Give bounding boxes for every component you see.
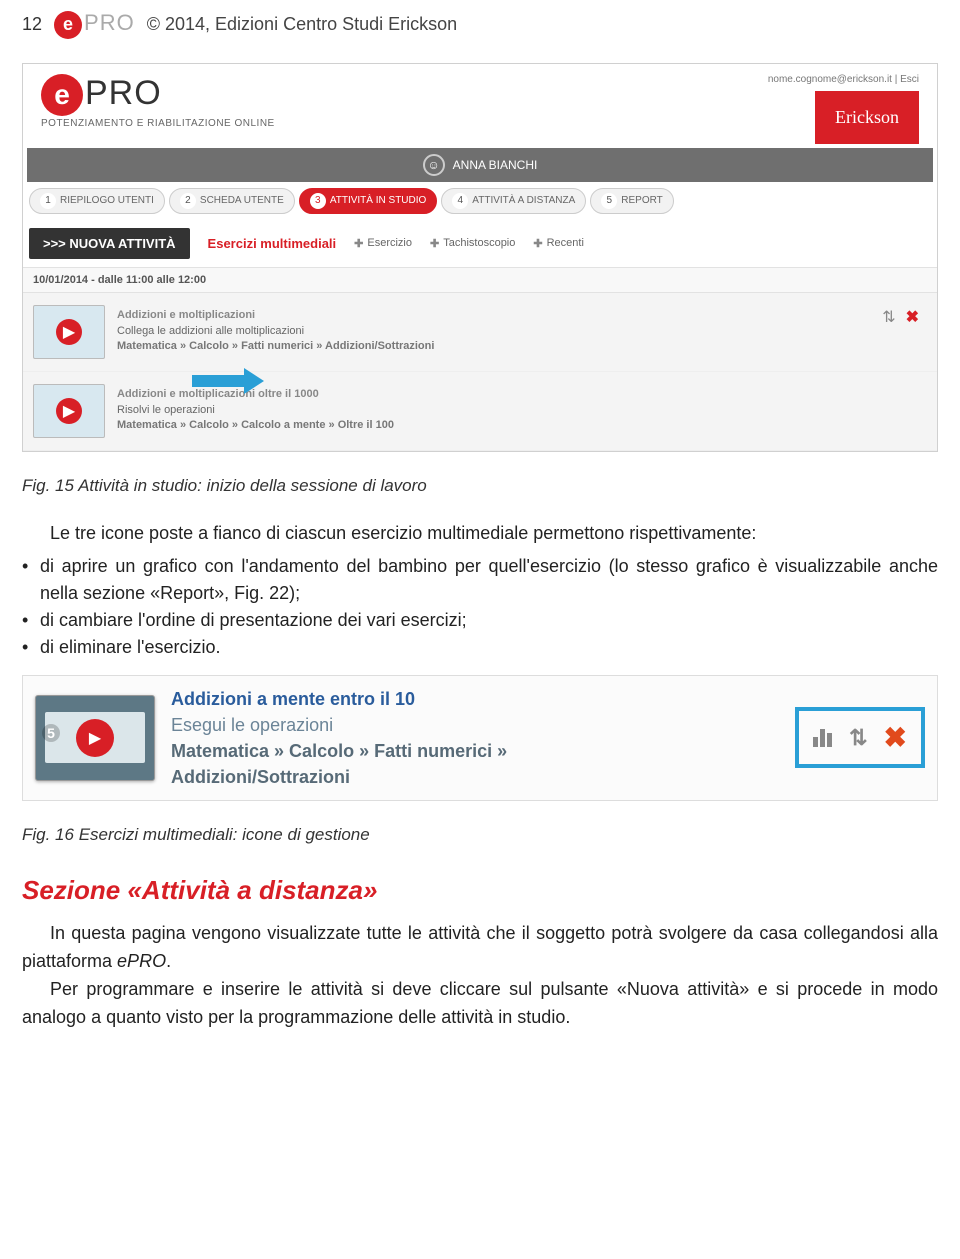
exercise-description: Risolvi le operazioni — [117, 403, 394, 418]
option-label: Tachistoscopio — [443, 237, 515, 249]
tab-label: ATTIVITÀ A DISTANZA — [472, 195, 575, 206]
bullet-item: di aprire un grafico con l'andamento del… — [22, 553, 938, 607]
workflow-tabs: 1 RIEPILOGO UTENTI 2 SCHEDA UTENTE 3 ATTIVI… — [23, 182, 937, 220]
logo-e-icon: e — [41, 74, 83, 116]
tab-number: 2 — [180, 193, 196, 209]
figure-16-caption: Fig. 16 Esercizi multimediali: icone di … — [22, 825, 938, 845]
tab-attivita-a-distanza[interactable]: 4 ATTIVITÀ A DISTANZA — [441, 188, 586, 214]
exercise-row-fig16: 5 ▶ Addizioni a mente entro il 10 Esegui… — [22, 675, 938, 801]
exercise-list-item[interactable]: ▶ Addizioni e moltiplicazioni Collega le… — [23, 293, 937, 372]
tab-label: SCHEDA UTENTE — [200, 195, 284, 206]
exercise-description: Collega le addizioni alle moltiplicazion… — [117, 324, 434, 339]
play-icon: ▶ — [76, 719, 114, 757]
thumbnail-number-badge: 5 — [42, 724, 60, 742]
reorder-icon[interactable]: ⇅ — [849, 725, 867, 751]
exercise-breadcrumb: Matematica » Calcolo » Calcolo a mente »… — [117, 418, 394, 433]
tab-riepilogo-utenti[interactable]: 1 RIEPILOGO UTENTI — [29, 188, 165, 214]
reorder-icon[interactable]: ⇅ — [882, 307, 895, 327]
plus-icon: ✚ — [354, 237, 363, 250]
section-paragraph-2: Per programmare e inserire le attività s… — [22, 976, 938, 1032]
plus-icon: ✚ — [533, 237, 542, 250]
document-header: 12 ePRO © 2014, Edizioni Centro Studi Er… — [22, 0, 938, 63]
logo-e-icon: e — [54, 11, 82, 39]
tab-label: REPORT — [621, 195, 663, 206]
session-date-header: 10/01/2014 - dalle 11:00 alle 12:00 — [23, 267, 937, 293]
page-number: 12 — [22, 14, 42, 35]
app-logo: ePRO POTENZIAMENTO E RIABILITAZIONE ONLI… — [41, 74, 275, 129]
section-heading: Sezione «Attività a distanza» — [22, 875, 938, 906]
figure-15-caption: Fig. 15 Attività in studio: inizio della… — [22, 476, 938, 496]
user-avatar-icon: ☺ — [423, 154, 445, 176]
tab-label: RIEPILOGO UTENTI — [60, 195, 154, 206]
user-email-line[interactable]: nome.cognome@erickson.it | Esci — [768, 74, 919, 85]
exercise-breadcrumb-line2: Addizioni/Sottrazioni — [171, 764, 507, 790]
exercise-description: Esegui le operazioni — [171, 712, 507, 738]
plus-icon: ✚ — [430, 237, 439, 250]
tab-attivita-in-studio[interactable]: 3 ATTIVITÀ IN STUDIO — [299, 188, 437, 214]
exercises-section-title: Esercizi multimediali — [208, 236, 337, 251]
annotation-arrow-icon — [192, 368, 272, 394]
exercise-breadcrumb-line1: Matematica » Calcolo » Fatti numerici » — [171, 738, 507, 764]
option-label: Recenti — [547, 237, 584, 249]
exercise-thumbnail: 5 ▶ — [35, 695, 155, 781]
section-paragraph-1: In questa pagina vengono visualizzate tu… — [22, 920, 938, 976]
tab-number: 5 — [601, 193, 617, 209]
add-tachistoscopio-button[interactable]: ✚ Tachistoscopio — [430, 237, 515, 250]
copyright-text: © 2014, Edizioni Centro Studi Erickson — [147, 14, 457, 35]
delete-icon[interactable]: ✖ — [884, 721, 907, 754]
exercise-title: Addizioni e moltiplicazioni — [117, 308, 434, 323]
chart-icon[interactable] — [813, 729, 833, 747]
exercise-breadcrumb: Matematica » Calcolo » Fatti numerici » … — [117, 339, 434, 354]
play-icon: ▶ — [56, 398, 82, 424]
exercise-thumbnail: ▶ — [33, 305, 105, 359]
bullet-item: di cambiare l'ordine di presentazione de… — [22, 607, 938, 634]
current-user-bar: ☺ ANNA BIANCHI — [27, 148, 933, 182]
tab-report[interactable]: 5 REPORT — [590, 188, 674, 214]
tab-scheda-utente[interactable]: 2 SCHEDA UTENTE — [169, 188, 295, 214]
add-esercizio-button[interactable]: ✚ Esercizio — [354, 237, 412, 250]
erickson-brand-badge: Erickson — [815, 91, 919, 144]
delete-icon[interactable]: ✖ — [906, 307, 919, 327]
management-icons-highlight: ⇅ ✖ — [795, 707, 925, 768]
epro-logo-small: ePRO — [54, 10, 135, 39]
app-screenshot-fig15: ePRO POTENZIAMENTO E RIABILITAZIONE ONLI… — [22, 63, 938, 452]
option-label: Esercizio — [367, 237, 412, 249]
text-span: . — [166, 951, 171, 971]
tab-number: 3 — [310, 193, 326, 209]
add-recenti-button[interactable]: ✚ Recenti — [533, 237, 584, 250]
exercise-thumbnail: ▶ — [33, 384, 105, 438]
new-activity-button[interactable]: >>> NUOVA ATTIVITÀ — [29, 228, 190, 259]
current-user-name: ANNA BIANCHI — [453, 158, 538, 172]
logo-pro-text: PRO — [84, 10, 135, 35]
play-icon: ▶ — [56, 319, 82, 345]
logo-pro-text: PRO — [85, 74, 162, 112]
tab-number: 4 — [452, 193, 468, 209]
intro-paragraph: Le tre icone poste a fianco di ciascun e… — [22, 520, 938, 547]
exercise-list-item[interactable]: ▶ Addizioni e moltiplicazioni oltre il 1… — [23, 372, 937, 451]
brand-name: ePRO — [117, 951, 166, 971]
exercise-title: Addizioni a mente entro il 10 — [171, 686, 507, 712]
bullet-item: di eliminare l'esercizio. — [22, 634, 938, 661]
app-tagline: POTENZIAMENTO E RIABILITAZIONE ONLINE — [41, 118, 275, 129]
tab-label: ATTIVITÀ IN STUDIO — [330, 195, 426, 206]
tab-number: 1 — [40, 193, 56, 209]
